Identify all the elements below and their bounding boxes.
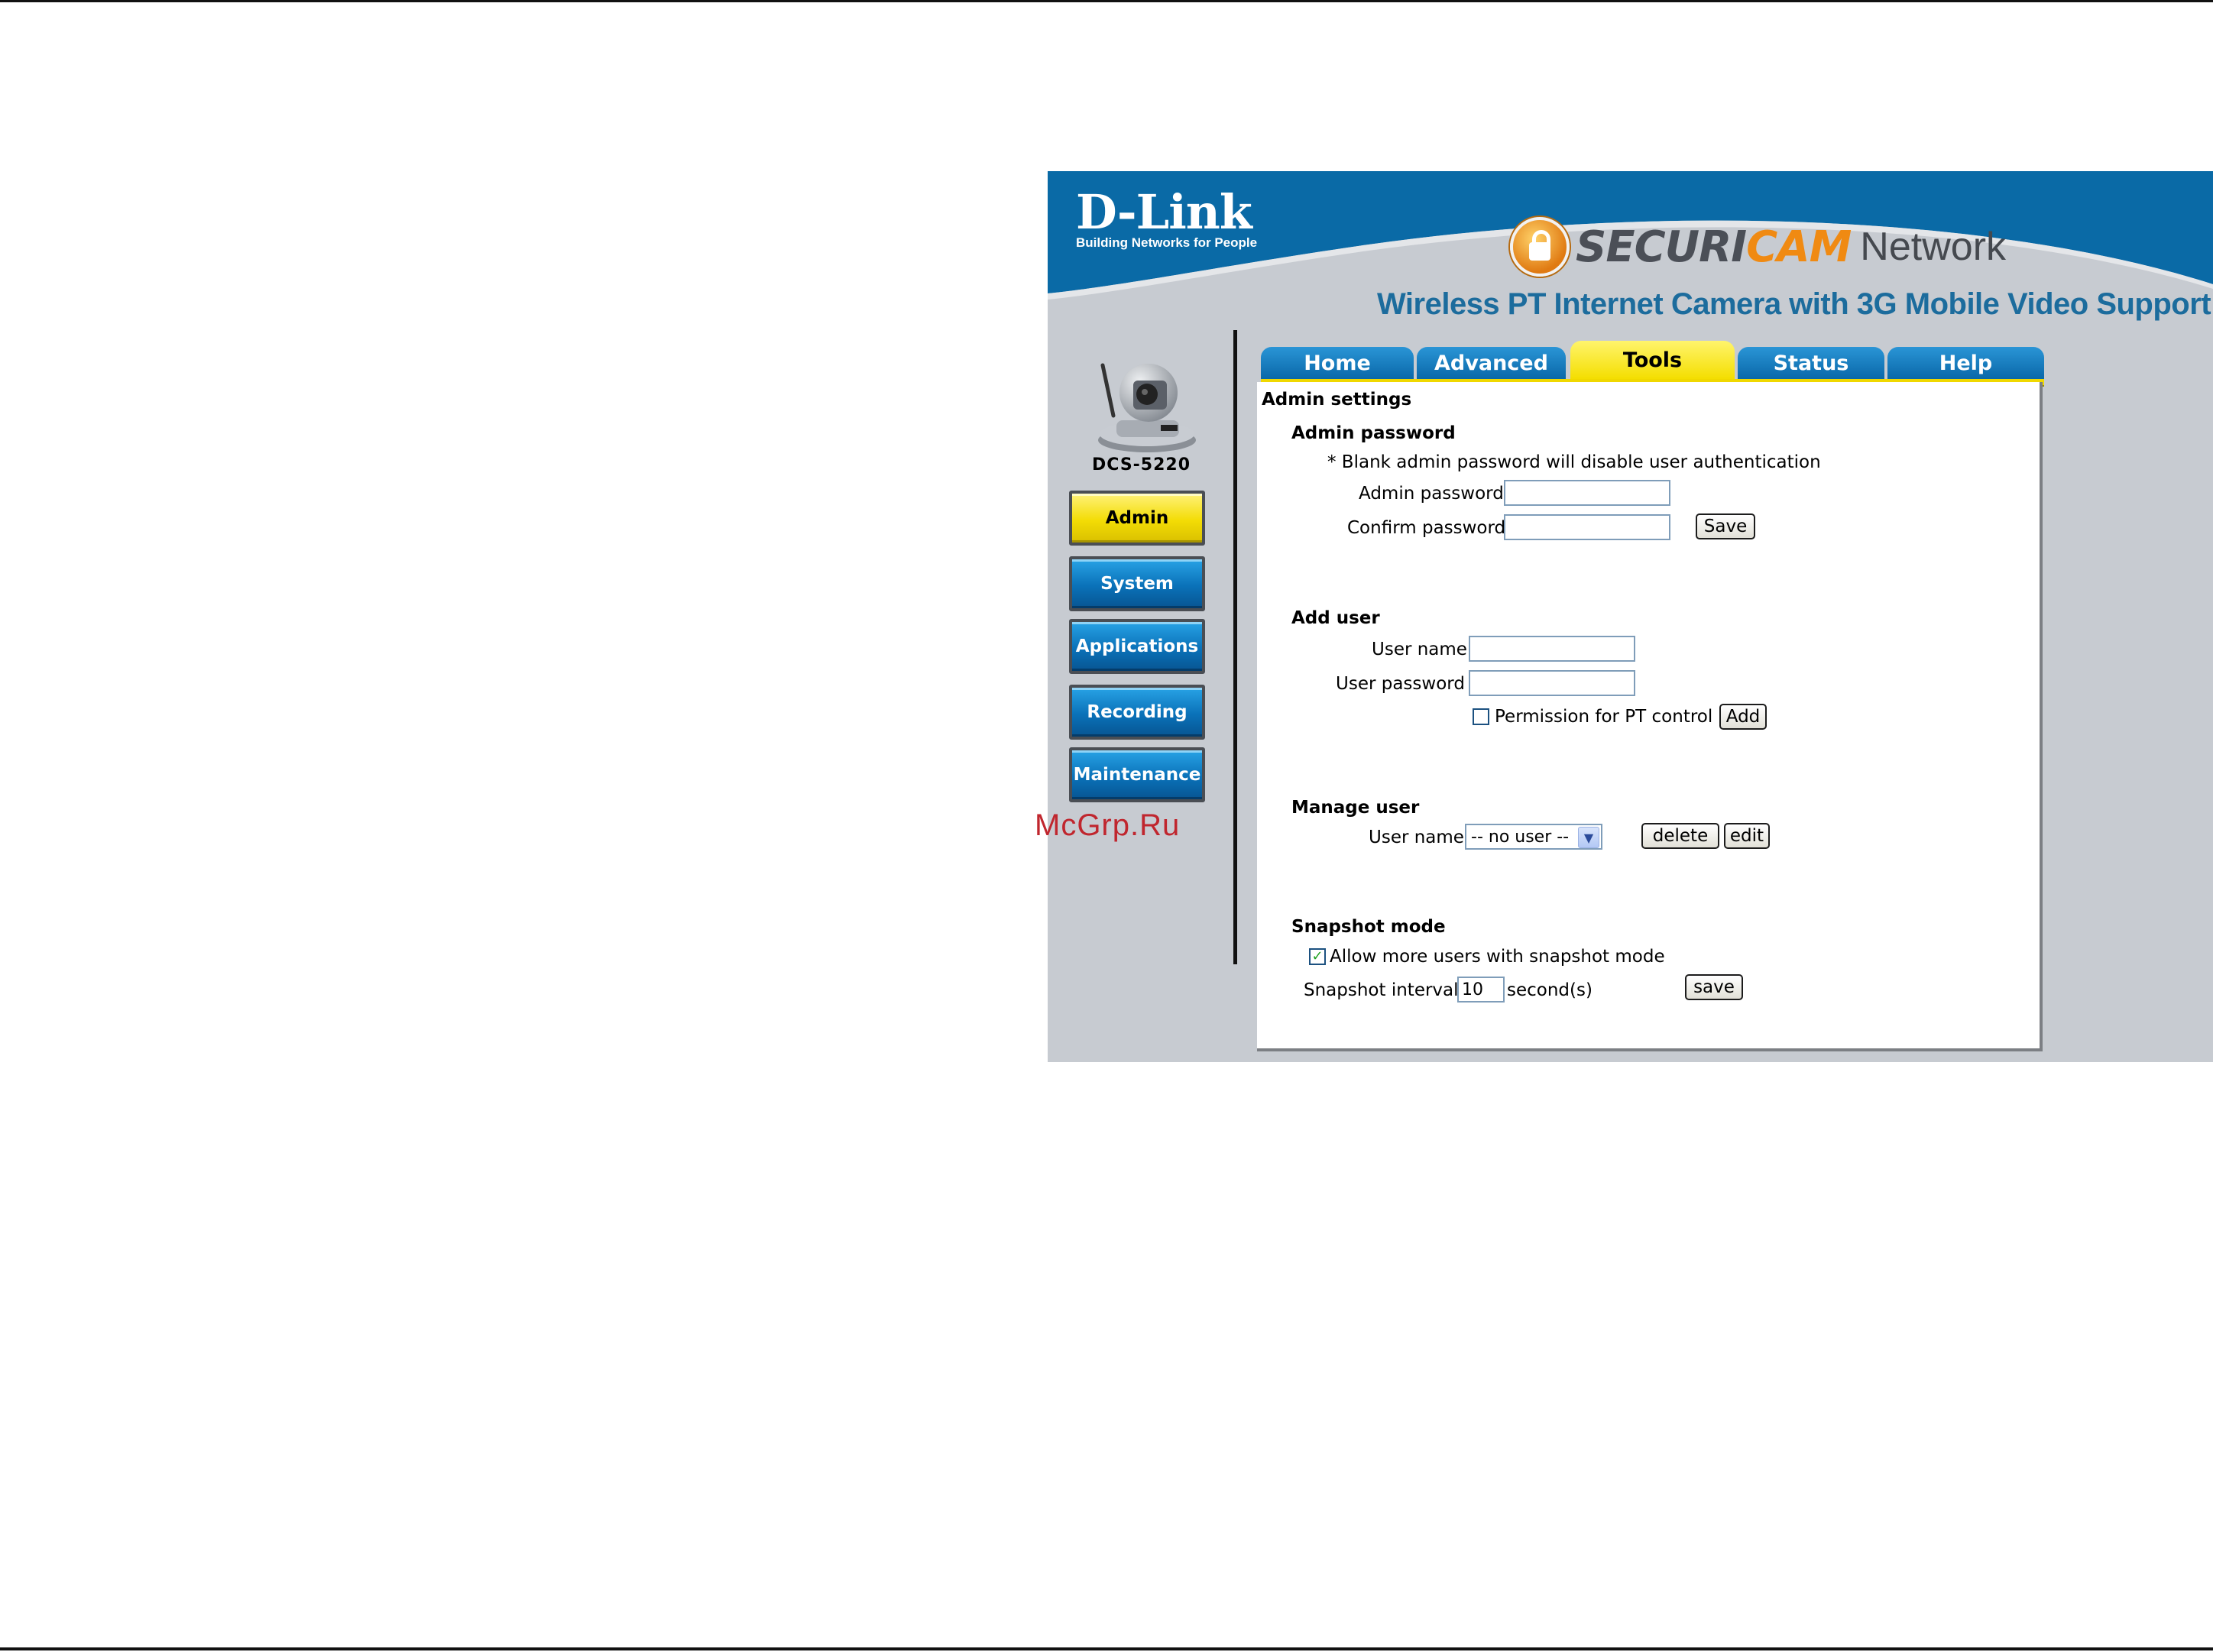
sidebar-item-maintenance[interactable]: Maintenance: [1069, 747, 1205, 802]
sidebar-item-recording[interactable]: Recording: [1069, 685, 1205, 740]
user-select-dropdown[interactable]: -- no user -- ▼: [1465, 824, 1602, 850]
user-name-field[interactable]: [1469, 636, 1635, 662]
tab-bar: Home Advanced Tools Status Help: [1261, 341, 2044, 387]
product-subtitle: Wireless PT Internet Camera with 3G Mobi…: [1377, 287, 2211, 321]
manage-user-heading: Manage user: [1291, 798, 1420, 818]
device-model: DCS-5220: [1092, 455, 1191, 475]
logo-securi-text: SECURI: [1576, 222, 1747, 272]
tab-help[interactable]: Help: [1887, 347, 2044, 379]
tab-tools[interactable]: Tools: [1570, 341, 1735, 379]
delete-user-button[interactable]: delete: [1641, 823, 1719, 849]
logo-cam-text: CAM: [1746, 222, 1852, 272]
tab-status[interactable]: Status: [1738, 347, 1884, 379]
dlink-logo: D-Link Building Networks for People: [1076, 188, 1257, 251]
snapshot-interval-label: Snapshot interval: [1304, 980, 1459, 1000]
logo-network-text: Network: [1860, 225, 2007, 269]
snapshot-allow-checkbox[interactable]: ✓: [1309, 948, 1326, 965]
snapshot-interval-unit: second(s): [1507, 980, 1593, 1000]
admin-password-heading: Admin password: [1291, 423, 1456, 443]
user-select-value: -- no user --: [1471, 827, 1570, 847]
confirm-password-label: Confirm password: [1347, 518, 1506, 538]
top-rule: [0, 0, 2213, 2]
admin-password-label: Admin password: [1359, 484, 1504, 504]
tab-home[interactable]: Home: [1261, 347, 1414, 379]
tab-advanced[interactable]: Advanced: [1417, 347, 1566, 379]
snapshot-interval-field[interactable]: [1457, 977, 1505, 1003]
padlock-icon: [1510, 217, 1570, 277]
admin-password-field[interactable]: [1504, 480, 1670, 506]
camera-product-icon: [1098, 363, 1196, 452]
checkmark-icon: ✓: [1311, 948, 1324, 964]
save-password-button[interactable]: Save: [1696, 513, 1755, 539]
snapshot-allow-label: Allow more users with snapshot mode: [1330, 947, 1665, 967]
divider: [1233, 330, 1237, 964]
chevron-down-icon[interactable]: ▼: [1578, 827, 1599, 848]
user-password-field[interactable]: [1469, 670, 1635, 696]
watermark-text: McGrp.Ru: [1035, 808, 1181, 842]
manage-user-name-label: User name: [1369, 828, 1464, 847]
user-name-label: User name: [1372, 640, 1467, 659]
admin-password-note: * Blank admin password will disable user…: [1327, 452, 1821, 472]
pt-permission-label: Permission for PT control: [1495, 707, 1713, 727]
sidebar-item-system[interactable]: System: [1069, 556, 1205, 611]
user-password-label: User password: [1336, 674, 1465, 694]
pt-permission-checkbox[interactable]: [1473, 708, 1489, 725]
sidebar-item-applications[interactable]: Applications: [1069, 619, 1205, 674]
confirm-password-field[interactable]: [1504, 514, 1670, 540]
securicam-logo: SECURI CAM Network: [1510, 217, 2006, 277]
edit-user-button[interactable]: edit: [1724, 823, 1770, 849]
add-user-button[interactable]: Add: [1719, 704, 1767, 730]
brand-name: D-Link: [1076, 184, 1252, 240]
snapshot-mode-heading: Snapshot mode: [1291, 917, 1446, 937]
section-title: Admin settings: [1262, 390, 1412, 410]
camera-web-ui: D-Link Building Networks for People SECU…: [1048, 171, 2213, 1062]
sidebar-item-admin[interactable]: Admin: [1069, 491, 1205, 546]
save-snapshot-button[interactable]: save: [1685, 974, 1743, 1000]
add-user-heading: Add user: [1291, 608, 1380, 628]
admin-settings-panel: Admin settings Admin password * Blank ad…: [1257, 382, 2043, 1051]
brand-tagline: Building Networks for People: [1076, 235, 1258, 250]
bottom-rule: [0, 1647, 2213, 1650]
